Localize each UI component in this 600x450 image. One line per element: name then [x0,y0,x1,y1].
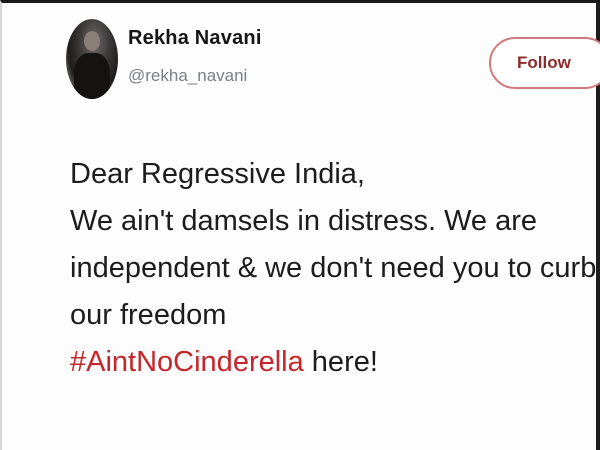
avatar-body [74,53,110,99]
tweet-hashtag-line: #AintNoCinderella here! [70,339,590,386]
tweet-text: Dear Regressive India, We ain't damsels … [70,151,597,386]
hashtag-link[interactable]: #AintNoCinderella [70,346,304,378]
tweet-line: We ain't damsels in distress. We are [70,205,538,237]
tweet-line: independent & we don't need you to curb [70,252,597,284]
follow-button[interactable]: Follow [489,37,600,89]
avatar[interactable] [66,19,118,99]
tweet-line: our freedom [70,299,227,331]
tweet-card: Rekha Navani @rekha_navani Follow Dear R… [0,0,600,450]
tweet-line: Dear Regressive India, [70,158,365,190]
display-name[interactable]: Rekha Navani [128,27,262,50]
hashtag-suffix: here! [303,346,378,378]
user-handle[interactable]: @rekha_navani [128,66,247,86]
avatar-face [84,31,100,51]
